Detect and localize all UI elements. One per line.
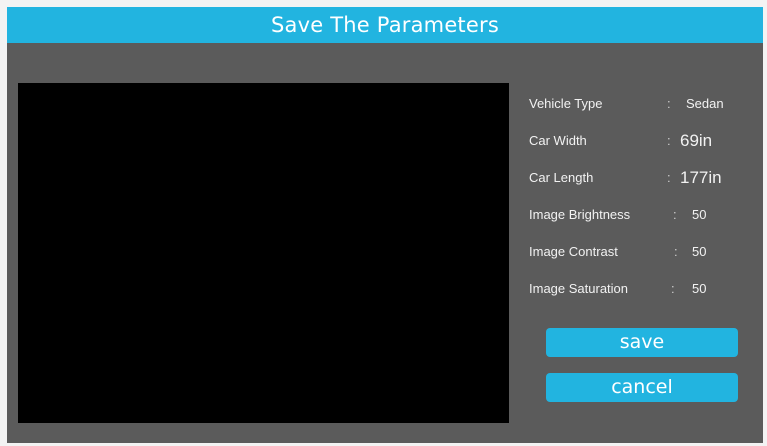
dialog-title: Save The Parameters <box>271 13 499 37</box>
param-row-car-width: Car Width : 69in <box>529 122 759 159</box>
param-label: Image Contrast <box>529 244 618 259</box>
parameter-list: Vehicle Type : Sedan Car Width : 69in Ca… <box>529 85 759 307</box>
param-label: Vehicle Type <box>529 96 603 111</box>
param-row-image-brightness: Image Brightness : 50 <box>529 196 759 233</box>
param-value: 50 <box>692 281 707 296</box>
param-label: Car Length <box>529 170 594 185</box>
save-button[interactable]: save <box>546 328 738 357</box>
param-row-image-contrast: Image Contrast : 50 <box>529 233 759 270</box>
param-row-vehicle-type: Vehicle Type : Sedan <box>529 85 759 122</box>
param-label: Image Saturation <box>529 281 629 296</box>
param-label: Car Width <box>529 133 587 148</box>
param-value: Sedan <box>686 96 724 111</box>
param-row-car-length: Car Length : 177in <box>529 159 759 196</box>
param-value: 69in <box>680 131 713 150</box>
param-colon: : <box>667 133 671 148</box>
param-colon: : <box>667 96 671 111</box>
param-value: 177in <box>680 168 722 187</box>
param-label: Image Brightness <box>529 207 631 222</box>
param-value: 50 <box>692 244 707 259</box>
save-parameters-dialog: Save The Parameters Vehicle Type : Sedan… <box>7 7 763 443</box>
param-value: 50 <box>692 207 707 222</box>
title-bar: Save The Parameters <box>7 7 763 43</box>
video-preview <box>18 83 509 423</box>
param-colon: : <box>671 281 675 296</box>
cancel-button[interactable]: cancel <box>546 373 738 402</box>
param-colon: : <box>667 170 671 185</box>
param-row-image-saturation: Image Saturation : 50 <box>529 270 759 307</box>
param-colon: : <box>673 207 677 222</box>
param-colon: : <box>674 244 678 259</box>
